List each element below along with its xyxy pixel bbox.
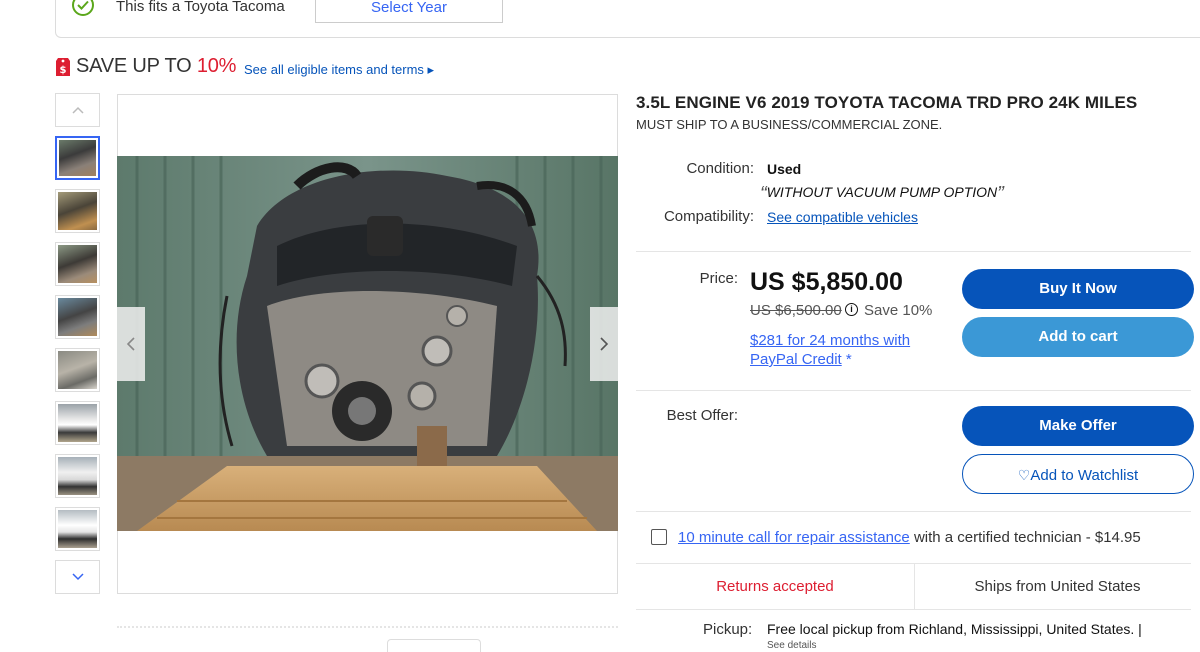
condition-note-text: WITHOUT VACUUM PUMP OPTION [766,184,998,200]
divider [636,511,1191,512]
save-banner: SAVE UP TO 10% [76,55,236,78]
see-details-link[interactable]: See details [767,640,816,651]
add-to-watchlist-button[interactable]: ♡Add to Watchlist [962,454,1194,494]
thumbnail[interactable] [55,295,100,339]
pickup-value: Free local pickup from Richland, Mississ… [767,621,1142,637]
best-offer-label: Best Offer: [666,407,738,424]
price-label: Price: [699,270,738,287]
credit-footnote: * [845,351,852,368]
listing-title: 3.5L ENGINE V6 2019 TOYOTA TACOMA TRD PR… [636,93,1138,112]
divider [117,626,618,628]
pickup-label: Pickup: [703,621,753,638]
chevron-up-icon [71,106,84,114]
select-year-button[interactable]: Select Year [315,0,503,23]
thumbnail[interactable] [55,348,100,392]
engine-photo[interactable] [117,156,618,531]
thumbnail[interactable] [55,507,100,551]
repair-assistance-suffix: with a certified technician - $14.95 [909,529,1141,546]
listing-subtitle: MUST SHIP TO A BUSINESS/COMMERCIAL ZONE. [636,117,943,132]
repair-assistance-link[interactable]: 10 minute call for repair assistance [678,529,910,546]
thumbnail[interactable] [55,454,100,498]
repair-assistance-text: 10 minute call for repair assistance wit… [678,529,1141,546]
buy-it-now-button[interactable]: Buy It Now [962,269,1194,309]
previous-image-button[interactable] [117,307,145,381]
compatibility-label: Compatibility: [663,208,754,225]
paypal-credit-text[interactable]: $281 for 24 months with PayPal Credit [750,332,910,368]
was-price: US $6,500.00 [750,302,842,319]
next-image-button[interactable] [590,307,618,381]
returns-accepted: Returns accepted [716,578,834,595]
divider [636,609,1191,610]
make-offer-button[interactable]: Make Offer [962,406,1194,446]
save-prefix: SAVE UP TO [76,55,197,77]
repair-assistance-checkbox[interactable] [651,529,667,545]
thumbs-up-button[interactable] [55,93,100,127]
thumbs-down-button[interactable] [55,560,100,594]
save-percent: 10% [196,55,237,77]
info-icon[interactable]: i [845,303,858,316]
save-percent-text: Save 10% [864,302,933,319]
heart-icon: ♡ [1017,467,1031,483]
chevron-right-icon [600,337,609,351]
image-tab[interactable] [387,639,481,652]
price-tag-icon: $ [55,57,71,82]
price: US $5,850.00 [750,268,903,296]
divider [636,251,1191,252]
thumbnail[interactable] [55,136,100,180]
thumbnail[interactable] [55,401,100,445]
fitment-text: This fits a Toyota Tacoma [116,0,285,15]
condition-label: Condition: [686,160,754,177]
thumbnail[interactable] [55,242,100,286]
compatible-vehicles-link[interactable]: See compatible vehicles [767,209,918,225]
eligible-items-link[interactable]: See all eligible items and terms ▸ [244,62,434,78]
condition-value: Used [767,161,802,177]
ships-from: Ships from United States [974,578,1141,595]
thumbnail[interactable] [55,189,100,233]
add-to-cart-button[interactable]: Add to cart [962,317,1194,357]
svg-text:$: $ [60,65,67,76]
divider [636,390,1191,391]
watchlist-label: Add to Watchlist [1030,467,1139,484]
chevron-left-icon [126,337,135,351]
chevron-down-icon [71,573,84,581]
paypal-credit-link[interactable]: $281 for 24 months with PayPal Credit * [750,331,940,369]
condition-note: “WITHOUT VACUUM PUMP OPTION” [760,183,1004,205]
